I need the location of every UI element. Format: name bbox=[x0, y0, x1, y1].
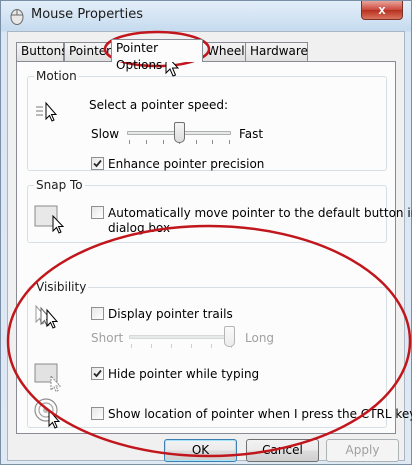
tab-buttons[interactable]: Buttons bbox=[16, 42, 67, 61]
tab-hardware[interactable]: Hardware bbox=[245, 42, 308, 61]
mouse-properties-window: Mouse Properties x Buttons Pointers Poin… bbox=[0, 0, 412, 465]
checkmark-icon bbox=[93, 369, 102, 378]
trail-tick bbox=[211, 344, 212, 348]
apply-button[interactable]: Apply bbox=[326, 439, 399, 462]
snap-to-label-line2[interactable]: dialog box bbox=[108, 221, 170, 235]
tab-pointers[interactable]: Pointers bbox=[64, 42, 113, 61]
snap-to-label-line1[interactable]: Automatically move pointer to the defaul… bbox=[108, 206, 412, 220]
fast-label: Fast bbox=[239, 127, 264, 141]
ctrl-location-label[interactable]: Show location of pointer when I press th… bbox=[108, 407, 412, 421]
speed-tick bbox=[163, 140, 164, 144]
speed-tick bbox=[212, 140, 213, 144]
visibility-group: Visibility Display pointer trails Short … bbox=[27, 280, 412, 429]
motion-group: Motion Select a pointer speed: Slow Fast… bbox=[27, 69, 387, 171]
pointer-trails-label[interactable]: Display pointer trails bbox=[108, 307, 233, 321]
close-button[interactable]: x bbox=[361, 1, 403, 20]
pointer-location-icon bbox=[34, 398, 61, 429]
motion-group-title: Motion bbox=[34, 69, 79, 83]
title-bar[interactable]: Mouse Properties x bbox=[1, 1, 411, 31]
window-title: Mouse Properties bbox=[31, 7, 144, 22]
snap-to-icon bbox=[34, 205, 65, 234]
dialog-client-area: Buttons Pointers Pointer Options Wheel H… bbox=[7, 31, 412, 462]
speed-tick bbox=[196, 140, 197, 144]
snap-to-checkbox[interactable] bbox=[91, 206, 104, 219]
hide-pointer-checkbox[interactable] bbox=[91, 367, 104, 380]
trail-tick bbox=[191, 344, 192, 348]
pointer-options-panel: Motion Select a pointer speed: Slow Fast… bbox=[16, 61, 412, 434]
ok-button[interactable]: OK bbox=[164, 439, 237, 462]
trail-tick bbox=[131, 344, 132, 348]
speed-tick bbox=[146, 140, 147, 144]
visibility-group-title: Visibility bbox=[34, 280, 89, 294]
pointer-speed-icon bbox=[36, 101, 58, 122]
hide-pointer-icon bbox=[34, 363, 62, 393]
pointer-trails-checkbox[interactable] bbox=[91, 307, 104, 320]
trail-tick bbox=[151, 344, 152, 348]
trail-length-slider[interactable] bbox=[224, 326, 235, 347]
tab-wheel[interactable]: Wheel bbox=[202, 42, 246, 61]
enhance-precision-label[interactable]: Enhance pointer precision bbox=[108, 157, 264, 171]
speed-tick bbox=[229, 140, 230, 144]
pointer-trails-icon bbox=[35, 304, 59, 329]
pointer-speed-label: Select a pointer speed: bbox=[89, 98, 229, 112]
speed-tick bbox=[129, 140, 130, 144]
ctrl-location-checkbox[interactable] bbox=[91, 407, 104, 420]
short-label: Short bbox=[91, 331, 124, 345]
tab-pointer-options[interactable]: Pointer Options bbox=[111, 39, 203, 72]
slow-label: Slow bbox=[91, 127, 120, 141]
checkmark-icon bbox=[93, 159, 102, 168]
pointer-speed-slider[interactable] bbox=[174, 122, 185, 143]
trail-tick bbox=[171, 344, 172, 348]
long-label: Long bbox=[245, 331, 275, 345]
snap-to-group-title: Snap To bbox=[34, 178, 85, 192]
hide-pointer-label[interactable]: Hide pointer while typing bbox=[108, 367, 259, 381]
cancel-button[interactable]: Cancel bbox=[246, 439, 319, 462]
enhance-precision-checkbox[interactable] bbox=[91, 157, 104, 170]
close-icon: x bbox=[378, 2, 386, 17]
mouse-icon bbox=[10, 9, 24, 25]
snap-to-group: Snap To Automatically move pointer to th… bbox=[27, 178, 412, 243]
trail-length-track bbox=[129, 335, 235, 339]
